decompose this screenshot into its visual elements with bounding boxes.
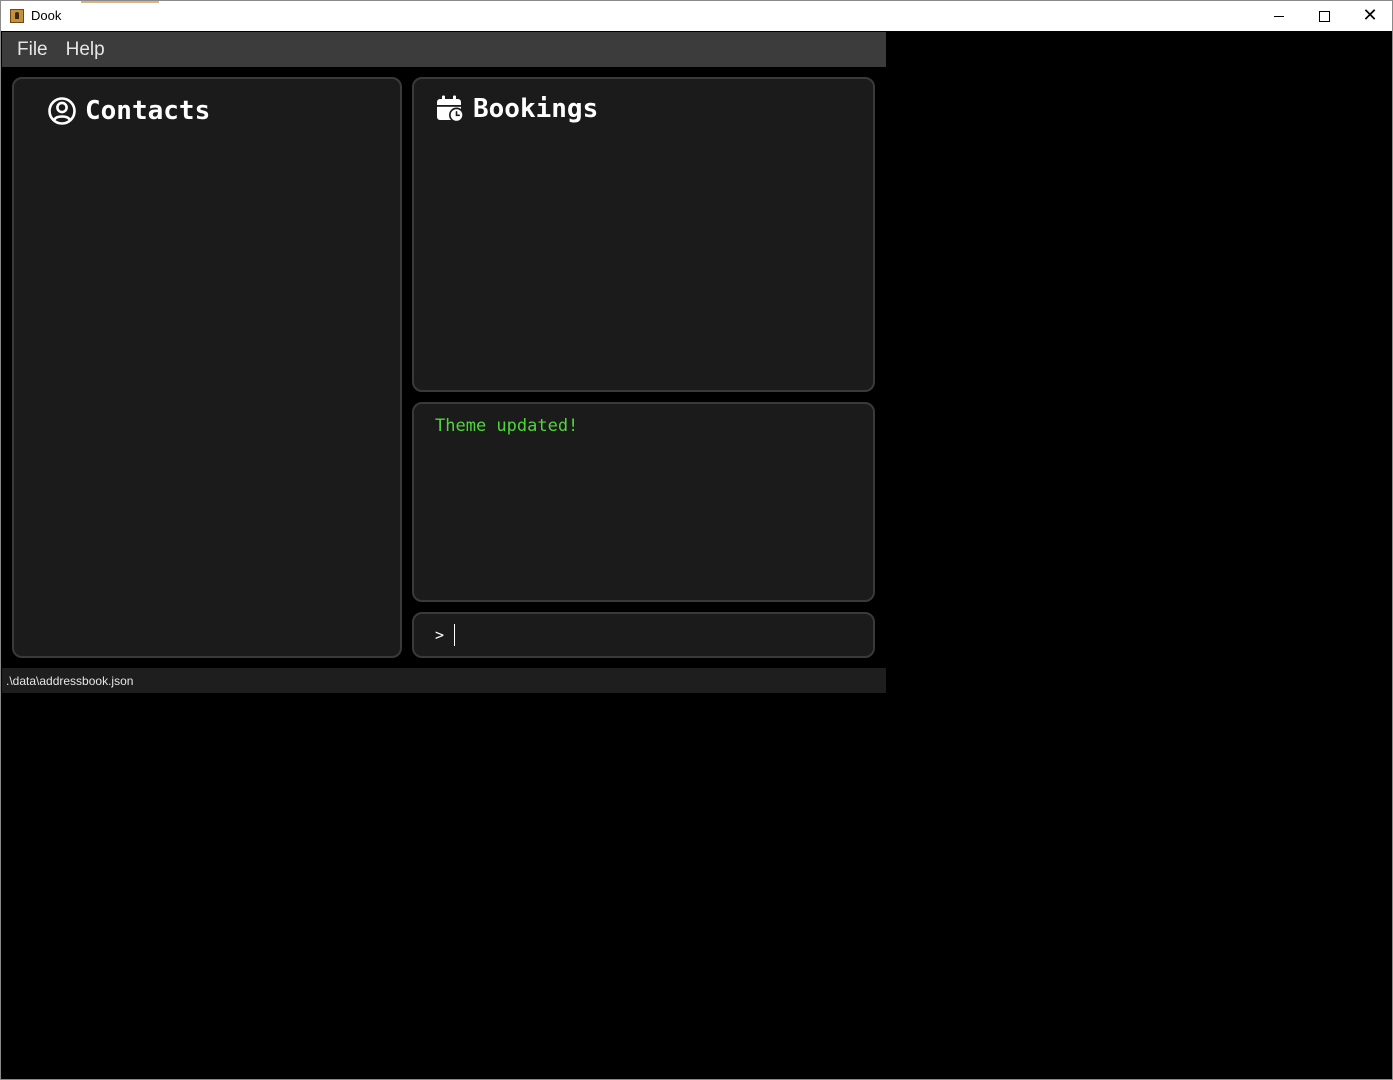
window-title: Dook — [31, 8, 62, 23]
menu-bar: File Help — [2, 32, 886, 67]
minimize-button[interactable] — [1256, 1, 1302, 31]
app-icon — [10, 9, 24, 23]
user-circle-icon — [47, 96, 77, 126]
status-bar: .\data\addressbook.json — [2, 668, 886, 693]
calendar-clock-icon — [435, 94, 465, 124]
close-button[interactable]: ✕ — [1347, 1, 1393, 31]
bookings-title: Bookings — [473, 94, 599, 124]
status-file-path: .\data\addressbook.json — [6, 673, 134, 688]
command-box[interactable]: > — [412, 612, 875, 658]
title-bar-accent — [81, 1, 159, 3]
app-window: Dook ✕ File Help Contacts Bookings Theme… — [0, 0, 1393, 1080]
menu-file[interactable]: File — [8, 39, 57, 61]
maximize-icon — [1318, 10, 1330, 22]
main-content: Contacts Bookings Theme updated! > — [2, 67, 886, 668]
result-message: Theme updated! — [435, 416, 579, 436]
command-input[interactable] — [452, 622, 852, 648]
bookings-panel: Bookings — [412, 77, 875, 392]
contacts-panel: Contacts — [12, 77, 402, 658]
result-display: Theme updated! — [412, 402, 875, 602]
contacts-title: Contacts — [85, 96, 211, 126]
menu-help[interactable]: Help — [57, 39, 114, 61]
title-bar[interactable]: Dook ✕ — [1, 1, 1392, 31]
command-prompt: > — [435, 626, 445, 644]
minimize-icon — [1274, 15, 1284, 17]
close-icon: ✕ — [1362, 5, 1378, 26]
bookings-header: Bookings — [435, 94, 598, 124]
maximize-button[interactable] — [1301, 1, 1347, 31]
text-caret — [454, 624, 455, 646]
contacts-header: Contacts — [47, 96, 210, 126]
